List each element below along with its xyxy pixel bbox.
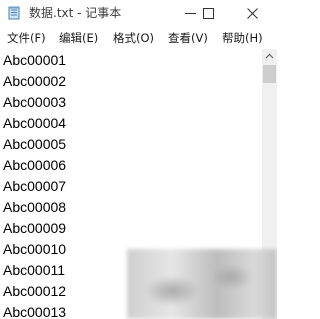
text-line: Abc00008: [3, 199, 67, 215]
text-line: Abc00004: [3, 115, 67, 131]
menu-file[interactable]: 文件(F): [7, 30, 46, 46]
text-line: Abc00012: [3, 283, 67, 299]
menu-format[interactable]: 格式(O): [113, 30, 154, 46]
text-line: Abc00005: [3, 136, 67, 152]
text-line: Abc00009: [3, 220, 67, 236]
text-line: Abc00007: [3, 178, 67, 194]
close-button[interactable]: [235, 0, 270, 27]
maximize-icon: [203, 8, 214, 19]
close-icon: [247, 8, 258, 19]
window-title: 数据.txt - 记事本: [29, 6, 122, 20]
notepad-icon[interactable]: [7, 5, 21, 20]
scroll-up-arrow-icon: [265, 53, 274, 59]
text-line: Abc00003: [3, 94, 67, 110]
text-line: Abc00002: [3, 73, 67, 89]
menu-view[interactable]: 查看(V): [168, 30, 208, 46]
text-line: Abc00006: [3, 157, 67, 173]
menu-edit[interactable]: 编辑(E): [59, 30, 98, 46]
maximize-button[interactable]: [191, 0, 226, 27]
scrollbar-thumb[interactable]: [263, 65, 276, 83]
scroll-up-button[interactable]: [262, 49, 277, 64]
text-line: Abc00010: [3, 241, 67, 257]
notepad-window: 数据.txt - 记事本 文件(F) 编辑(E) 格式(O) 查看(V) 帮助(…: [0, 0, 277, 319]
text-line: Abc00011: [3, 262, 66, 278]
text-line: Abc00001: [3, 52, 67, 68]
text-line: Abc00013: [3, 304, 67, 319]
blurred-overlay-region: [127, 249, 277, 319]
title-bar[interactable]: 数据.txt - 记事本: [0, 0, 277, 27]
menu-help[interactable]: 帮助(H): [222, 30, 263, 46]
menu-bar: 文件(F) 编辑(E) 格式(O) 查看(V) 帮助(H): [0, 27, 277, 49]
